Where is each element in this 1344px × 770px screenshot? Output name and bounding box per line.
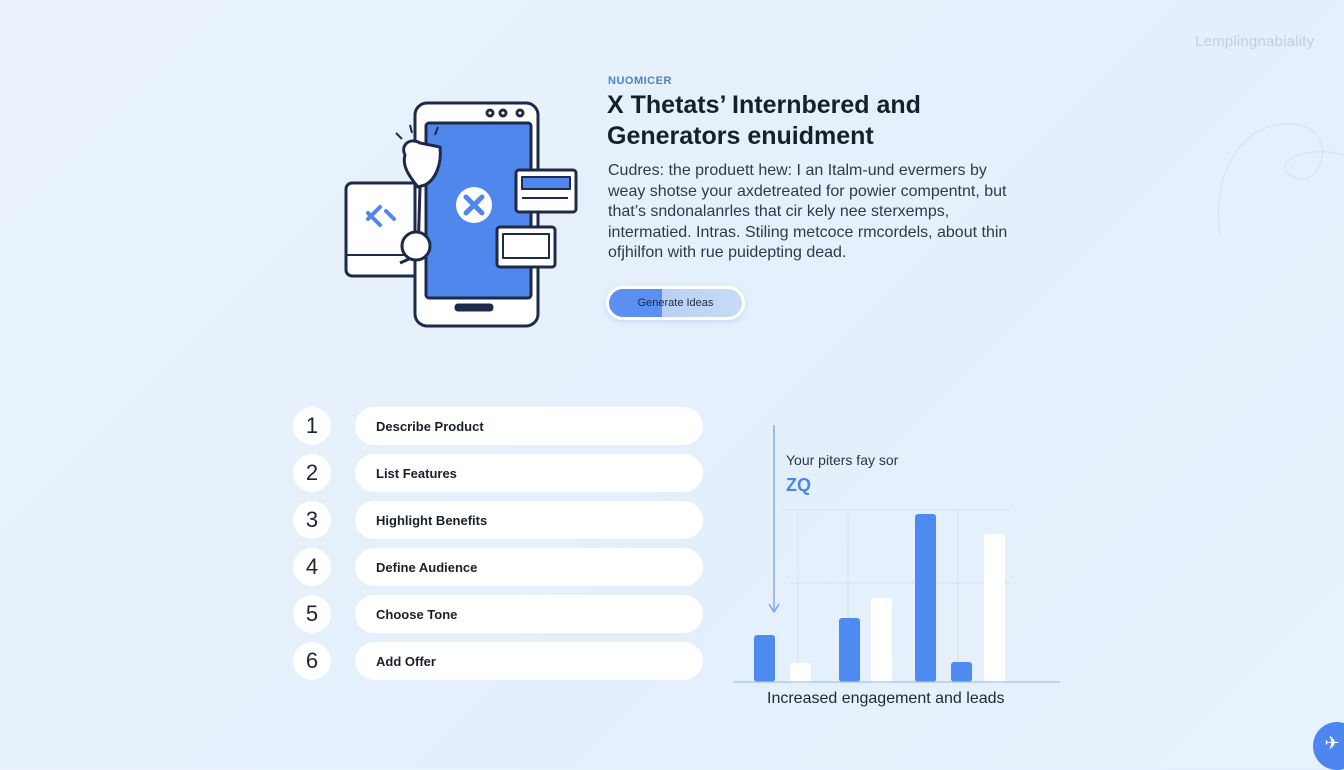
step-number: 1 (293, 407, 331, 445)
decorative-swirl (1218, 123, 1344, 236)
chart-label: Your piters fay sor (786, 452, 899, 468)
step-number: 5 (293, 595, 331, 633)
fab-button[interactable]: ✈ (1313, 722, 1344, 770)
step-number: 3 (293, 501, 331, 539)
step-number: 4 (293, 548, 331, 586)
page-title: X Thetats’ Internbered and Generators en… (607, 91, 921, 150)
chart-caption: Increased engagement and leads (767, 690, 1005, 707)
chart-bar (790, 663, 811, 682)
brand-logo: Lemplingnabiality (1195, 33, 1315, 50)
chart-bar (984, 534, 1005, 682)
chart-bar (915, 514, 936, 682)
phone-illustration (344, 101, 578, 328)
step-number: 6 (293, 642, 331, 680)
step-item[interactable]: Highlight Benefits (355, 501, 703, 539)
engagement-chart (733, 425, 1060, 683)
chart-value: ZQ (786, 475, 811, 495)
plane-icon: ✈ (1324, 732, 1340, 753)
step-number: 2 (293, 454, 331, 492)
chart-bar (839, 618, 860, 682)
chart-bar (754, 635, 775, 682)
hero-eyebrow: NUOMICER (608, 75, 672, 87)
step-item[interactable]: Add Offer (355, 642, 703, 680)
step-item[interactable]: Define Audience (355, 548, 703, 586)
step-item[interactable]: List Features (355, 454, 703, 492)
hero-description: Cudres: the produett hew: I an Italm-und… (608, 162, 1008, 261)
chart-bar (871, 598, 892, 682)
chart-bar (951, 662, 972, 682)
step-item[interactable]: Choose Tone (355, 595, 703, 633)
generate-ideas-button[interactable]: Generate Ideas (606, 286, 745, 320)
step-item[interactable]: Describe Product (355, 407, 703, 445)
